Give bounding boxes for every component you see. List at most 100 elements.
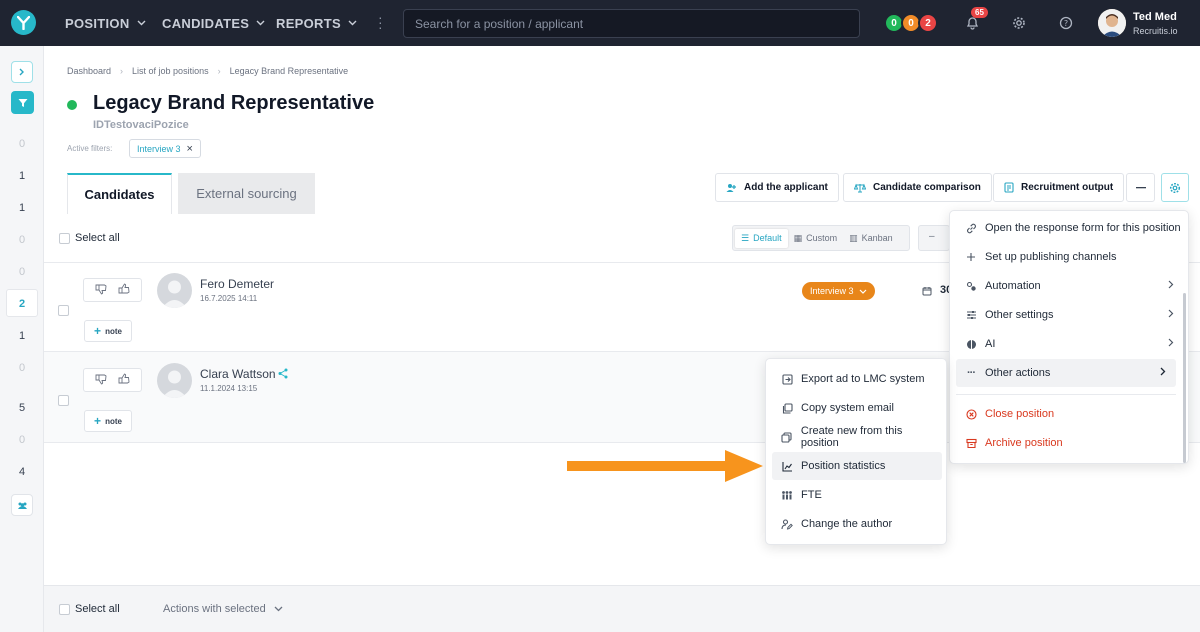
filter-chip[interactable]: Interview 3 × (129, 139, 201, 158)
menu-open-response-form[interactable]: Open the response form for this position (956, 214, 1184, 242)
chevron-right-icon (1168, 309, 1174, 321)
position-settings-button[interactable] (1161, 173, 1189, 202)
sidebar-count[interactable]: 0 (0, 138, 44, 150)
filter-button[interactable] (11, 91, 34, 114)
footer-select-all-checkbox[interactable] (59, 604, 70, 615)
recruitis-logo[interactable] (11, 10, 36, 35)
sidebar-count[interactable]: 0 (0, 362, 44, 374)
stage-dropdown[interactable]: Interview 3 (802, 282, 875, 300)
ai-icon (964, 339, 978, 350)
sidebar-count[interactable]: 0 (0, 234, 44, 246)
sidebar-count-active[interactable]: 2 (0, 298, 44, 310)
menu-position-statistics[interactable]: Position statistics (772, 452, 942, 480)
team-button[interactable] (11, 494, 33, 516)
menu-change-author[interactable]: Change the author (772, 510, 942, 538)
add-applicant-button[interactable]: Add the applicant (715, 173, 839, 202)
select-all-checkbox[interactable] (59, 233, 70, 244)
sidebar-count[interactable]: 0 (0, 266, 44, 278)
breadcrumb-current: Legacy Brand Representative (229, 66, 349, 76)
close-icon[interactable]: × (187, 143, 193, 155)
thumbs-down-icon[interactable] (95, 283, 107, 298)
people-icon (17, 502, 27, 509)
plus-icon (964, 252, 978, 262)
sidebar-count[interactable]: 0 (0, 434, 44, 446)
thumbs-down-icon[interactable] (95, 373, 107, 388)
view-default-button[interactable]: ☰ Default (735, 228, 788, 248)
menu-export-ad[interactable]: Export ad to LMC system (772, 365, 942, 393)
menu-ai[interactable]: AI (956, 330, 1184, 358)
menu-other-settings[interactable]: Other settings (956, 301, 1184, 329)
menu-archive-position[interactable]: Archive position (956, 429, 1184, 457)
chevron-down-icon (137, 20, 146, 26)
row-checkbox[interactable] (58, 305, 69, 316)
filter-icon (18, 98, 27, 107)
annotation-arrow (567, 450, 763, 482)
share-icon[interactable] (278, 368, 288, 382)
sidebar-count[interactable]: 1 (0, 202, 44, 214)
menu-fte[interactable]: FTE (772, 481, 942, 509)
actions-with-selected-dropdown[interactable]: Actions with selected (163, 603, 283, 615)
add-note-button[interactable]: + note (84, 410, 132, 432)
nav-reports[interactable]: REPORTS (276, 0, 357, 46)
bell-icon[interactable] (966, 16, 979, 33)
sidebar-count[interactable]: 5 (0, 402, 44, 414)
add-user-icon (726, 183, 737, 193)
gear-icon[interactable] (1012, 16, 1026, 33)
duplicate-icon (780, 431, 794, 443)
chevron-down-icon (274, 606, 283, 612)
menu-automation[interactable]: Automation (956, 272, 1184, 300)
thumbs-up-icon[interactable] (118, 282, 130, 298)
nav-position[interactable]: POSITION (65, 0, 146, 46)
position-settings-menu: Open the response form for this position… (949, 210, 1189, 464)
search-input[interactable]: Search for a position / applicant (403, 9, 860, 38)
automation-icon (964, 281, 978, 292)
breadcrumb-job-list[interactable]: List of job positions (132, 66, 209, 76)
svg-text:?: ? (1064, 19, 1068, 28)
menu-scrollbar[interactable] (1183, 293, 1186, 463)
kanban-icon: ▥ (849, 232, 858, 243)
sidebar-count[interactable]: 4 (0, 466, 44, 478)
breadcrumb-dashboard[interactable]: Dashboard (67, 66, 111, 76)
menu-close-position[interactable]: Close position (956, 400, 1184, 428)
top-bar: POSITION CANDIDATES REPORTS · · · Search f… (0, 0, 1200, 46)
candidate-avatar[interactable] (157, 363, 192, 398)
status-dot-red[interactable]: 2 (918, 13, 938, 33)
menu-publishing-channels[interactable]: Set up publishing channels (956, 243, 1184, 271)
copy-icon (780, 402, 794, 414)
candidate-avatar[interactable] (157, 273, 192, 308)
expand-sidebar-button[interactable] (11, 61, 33, 83)
view-custom-button[interactable]: ▦ Custom (788, 229, 844, 248)
plus-icon: + (94, 324, 102, 338)
menu-copy-email[interactable]: Copy system email (772, 394, 942, 422)
view-kanban-button[interactable]: ▥ Kanban (843, 229, 899, 248)
user-avatar[interactable] (1098, 9, 1126, 37)
chevron-right-icon (1168, 280, 1174, 292)
recruitment-output-button[interactable]: Recruitment output (993, 173, 1125, 202)
notification-badge: 65 (971, 7, 988, 18)
select-all-label[interactable]: Select all (75, 232, 120, 244)
people-icon (780, 490, 794, 500)
add-note-button[interactable]: + note (84, 320, 132, 342)
thumbs-up-icon[interactable] (118, 372, 130, 388)
user-name[interactable]: Ted Med (1133, 11, 1177, 23)
nav-candidates[interactable]: CANDIDATES (162, 0, 265, 46)
help-icon[interactable]: ? (1059, 16, 1073, 33)
collapse-button[interactable] (1126, 173, 1155, 202)
view-switcher: ☰ Default ▦ Custom ▥ Kanban (732, 225, 910, 251)
candidate-date: 16.7.2025 14:11 (200, 294, 258, 303)
zoom-out-button[interactable]: – (918, 225, 950, 251)
menu-other-actions[interactable]: ··· Other actions (956, 359, 1176, 387)
tab-candidates[interactable]: Candidates (67, 173, 172, 214)
menu-divider (956, 394, 1176, 395)
row-checkbox[interactable] (58, 395, 69, 406)
candidate-name[interactable]: Clara Wattson (200, 367, 276, 381)
sidebar-count[interactable]: 1 (0, 170, 44, 182)
breadcrumb: Dashboard › List of job positions › Lega… (67, 66, 348, 76)
menu-create-new[interactable]: Create new from this position (772, 423, 942, 451)
sidebar-count[interactable]: 1 (0, 330, 44, 342)
candidate-name[interactable]: Fero Demeter (200, 277, 274, 291)
more-vertical-icon[interactable]: · · · (378, 10, 383, 34)
candidate-comparison-button[interactable]: Candidate comparison (843, 173, 992, 202)
footer-select-all-label[interactable]: Select all (75, 603, 120, 615)
tab-external-sourcing[interactable]: External sourcing (178, 173, 315, 214)
